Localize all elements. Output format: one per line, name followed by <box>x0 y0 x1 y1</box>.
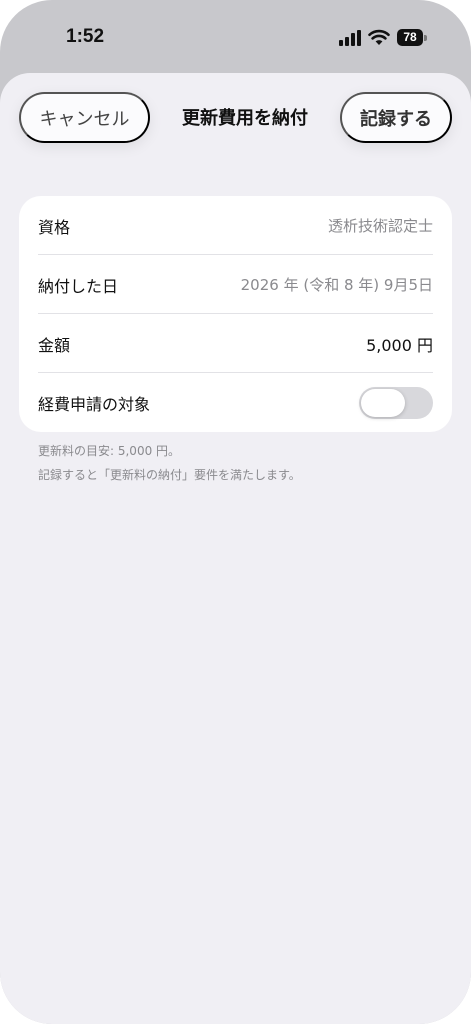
row-amount[interactable]: 金額 5,000 円 <box>19 314 452 373</box>
status-time: 1:52 <box>66 26 105 47</box>
form-card: 資格 透析技術認定士 納付した日 2026 年 (令和 8 年) 9月5日 金額… <box>19 196 452 432</box>
footnote-estimate: 更新料の目安: 5,000 円。 <box>38 444 181 458</box>
screen: 1:52 78 キャンセル 更新費用を納付 記録する 資格 透析技術認定士 納付… <box>0 0 471 1024</box>
expense-claim-toggle[interactable] <box>359 386 433 419</box>
wifi-icon <box>368 29 390 45</box>
amount-field[interactable]: 5,000 円 <box>366 332 433 356</box>
toggle-knob <box>361 388 405 417</box>
qualification-label: 資格 <box>38 217 71 237</box>
row-payment-date[interactable]: 納付した日 2026 年 (令和 8 年) 9月5日 <box>19 255 452 314</box>
footnote-requirement: 記録すると「更新料の納付」要件を満たします。 <box>38 468 301 482</box>
status-bar: 1:52 78 <box>0 0 471 72</box>
battery-icon: 78 <box>397 29 423 46</box>
battery-cap <box>424 35 427 41</box>
modal-sheet: キャンセル 更新費用を納付 記録する 資格 透析技術認定士 納付した日 2026… <box>0 73 471 1024</box>
qualification-value: 透析技術認定士 <box>327 217 433 235</box>
row-expense-claim: 経費申請の対象 <box>19 373 452 432</box>
cancel-button[interactable]: キャンセル <box>19 92 150 143</box>
signal-icon <box>339 30 361 46</box>
expense-claim-label: 経費申請の対象 <box>38 394 151 414</box>
row-qualification[interactable]: 資格 透析技術認定士 <box>19 196 452 255</box>
sheet-title: 更新費用を納付 <box>182 108 308 129</box>
payment-date-label: 納付した日 <box>38 276 119 296</box>
payment-date-value[interactable]: 2026 年 (令和 8 年) 9月5日 <box>241 274 433 295</box>
amount-label: 金額 <box>38 335 71 355</box>
save-button[interactable]: 記録する <box>340 92 452 143</box>
